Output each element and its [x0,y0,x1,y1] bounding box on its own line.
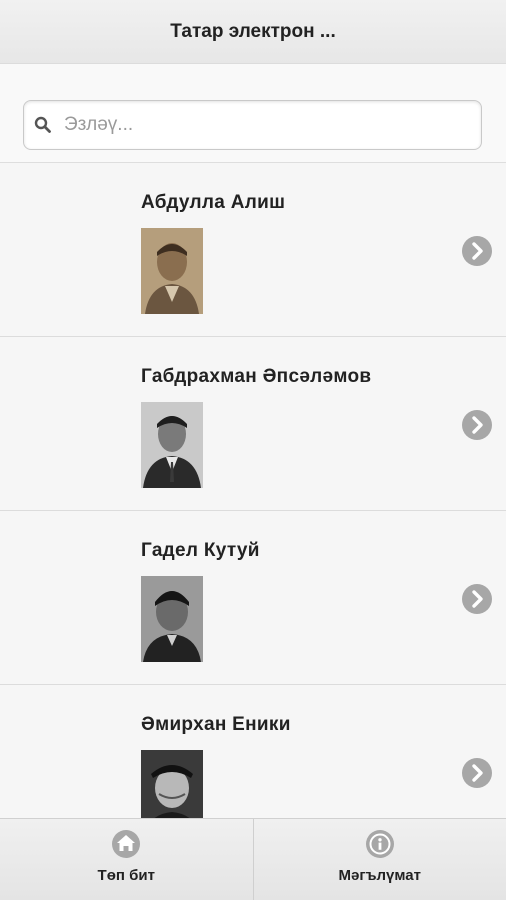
list-item[interactable]: Гадел Кутуй [0,511,506,685]
list-item[interactable]: Әмирхан Еники [0,685,506,818]
person-photo [141,576,203,662]
list-item[interactable]: Абдулла Алиш [0,163,506,337]
person-name: Әмирхан Еники [141,714,291,735]
search-bar [0,65,506,163]
home-button[interactable]: Төп бит [0,819,253,900]
person-list: Абдулла Алиш Габдрахман Әпсәләмов Гадел … [0,163,506,818]
info-label: Мәгълүмат [338,867,421,884]
search-input[interactable] [64,101,474,149]
footer-nav: Төп бит Мәгълүмат [0,818,506,900]
search-icon [34,116,51,133]
person-photo [141,750,203,818]
home-icon [112,830,141,858]
person-name: Габдрахман Әпсәләмов [141,366,372,387]
person-name: Абдулла Алиш [141,192,286,213]
app-header: Татар электрон ... [0,0,506,64]
info-icon [365,830,394,858]
home-label: Төп бит [97,867,155,884]
page-title: Татар электрон ... [170,20,336,42]
search-box[interactable] [23,100,482,150]
person-photo [141,402,203,488]
chevron-right-icon [462,758,492,788]
person-name: Гадел Кутуй [141,540,260,561]
info-button[interactable]: Мәгълүмат [252,819,506,900]
chevron-right-icon [462,410,492,440]
person-photo [141,228,203,314]
chevron-right-icon [462,584,492,614]
chevron-right-icon [462,236,492,266]
list-item[interactable]: Габдрахман Әпсәләмов [0,337,506,511]
